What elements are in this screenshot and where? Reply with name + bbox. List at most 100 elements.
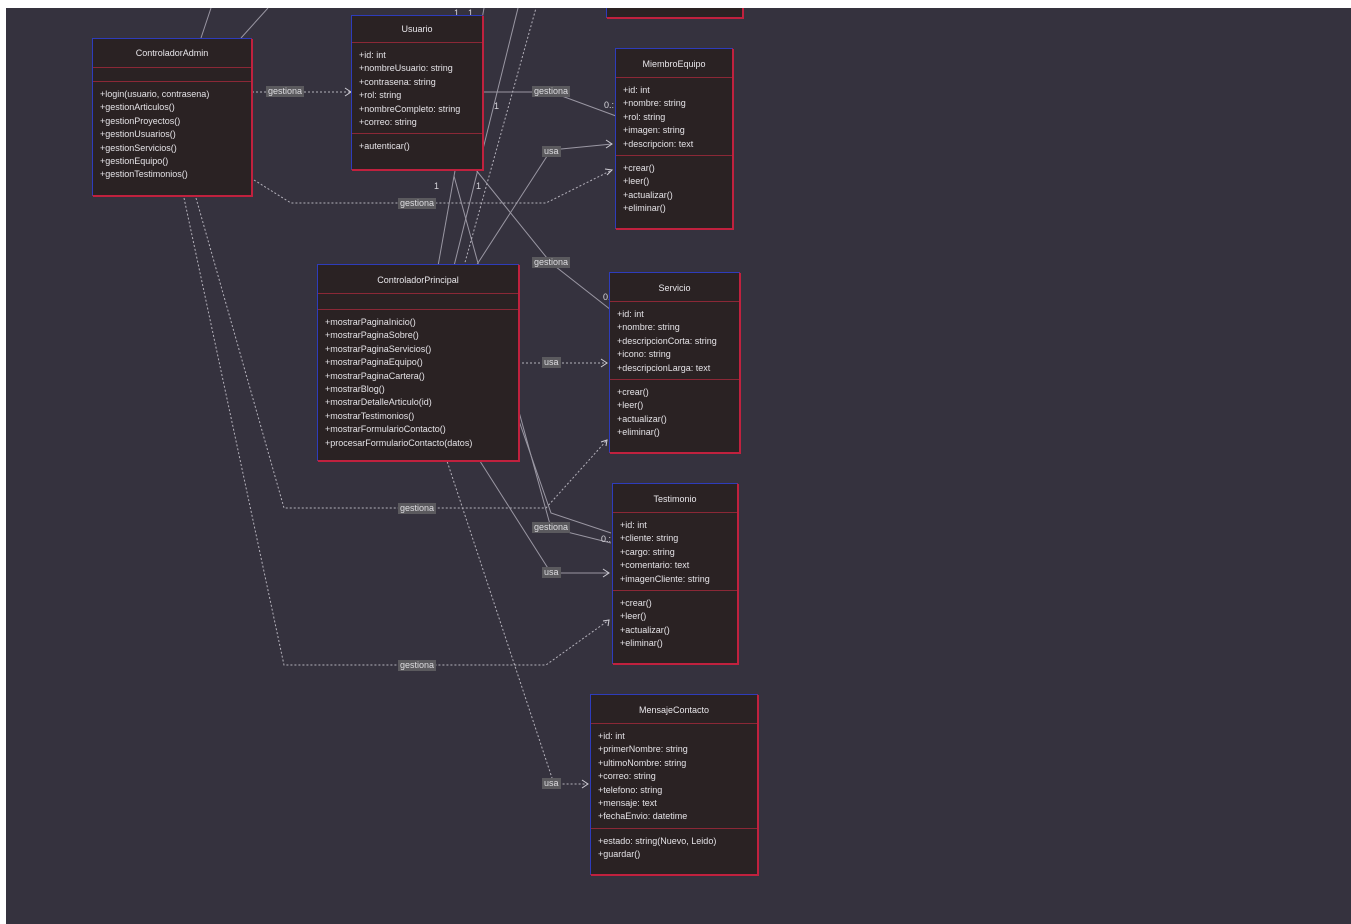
- class-title: MiembroEquipo: [616, 49, 732, 78]
- attribute: +imagen: string: [623, 125, 685, 136]
- mult-testimonio-many: 0.:: [601, 534, 612, 544]
- label-usa-principal-testimonio: usa: [542, 567, 561, 578]
- attribute: +descripcionCorta: string: [617, 335, 717, 346]
- class-controlador-principal[interactable]: ControladorPrincipal +mostrarPaginaInici…: [317, 264, 519, 461]
- method: +eliminar(): [617, 427, 660, 438]
- attributes-section: +id: int +nombre: string +descripcionCor…: [610, 302, 739, 381]
- attribute: +imagenCliente: string: [620, 573, 710, 584]
- class-servicio[interactable]: Servicio +id: int +nombre: string +descr…: [609, 272, 740, 453]
- method: +mostrarPaginaEquipo(): [325, 357, 423, 368]
- attribute: +fechaEnvio: datetime: [598, 811, 688, 822]
- method: +mostrarPaginaServicios(): [325, 343, 432, 354]
- method: +eliminar(): [620, 638, 663, 649]
- method: +guardar(): [598, 849, 641, 860]
- method: +gestionUsuarios(): [100, 129, 176, 140]
- attribute: +cliente: string: [620, 533, 679, 544]
- attribute: +rol: string: [359, 90, 402, 101]
- class-testimonio[interactable]: Testimonio +id: int +cliente: string +ca…: [612, 483, 738, 664]
- label-usa-principal-servicio: usa: [542, 357, 561, 368]
- attribute: +nombreUsuario: string: [359, 63, 453, 74]
- method: +gestionArticulos(): [100, 102, 175, 113]
- mult-usuario-bottom-2: 1: [476, 181, 482, 191]
- class-title: Servicio: [610, 273, 739, 302]
- method: +crear(): [623, 163, 655, 174]
- methods-section: +crear() +leer() +actualizar() +eliminar…: [613, 591, 737, 655]
- methods-section: +mostrarPaginaInicio() +mostrarPaginaSob…: [318, 310, 518, 454]
- method: +autenticar(): [359, 141, 410, 152]
- mult-usuario-miembro-many: 0.:: [604, 100, 615, 110]
- label-gestiona-usuario-servicio: gestiona: [532, 257, 571, 268]
- method: +mostrarPaginaSobre(): [325, 330, 419, 341]
- methods-section: +crear() +leer() +actualizar() +eliminar…: [616, 156, 732, 220]
- edge-principal-testimonio-usa: [477, 457, 609, 574]
- label-gestiona-admin-usuario: gestiona: [266, 86, 305, 97]
- diagram-canvas: gestiona gestiona usa gestiona gestiona …: [6, 8, 1351, 924]
- attribute: +telefono: string: [598, 784, 663, 795]
- edge-principal-mensaje-usa: [445, 457, 588, 785]
- method: +gestionServicios(): [100, 142, 177, 153]
- attributes-section: +id: int +primerNombre: string +ultimoNo…: [591, 724, 757, 829]
- attribute: +id: int: [359, 50, 386, 60]
- class-title: Testimonio: [613, 484, 737, 513]
- method: +gestionProyectos(): [100, 115, 181, 126]
- label-gestiona-admin-miembro: gestiona: [398, 198, 437, 209]
- class-miembro-equipo[interactable]: MiembroEquipo +id: int +nombre: string +…: [615, 48, 733, 229]
- methods-section: +crear() +leer() +actualizar() +eliminar…: [610, 380, 739, 444]
- method: +login(usuario, contrasena): [100, 89, 210, 99]
- method: +mostrarPaginaInicio(): [325, 317, 416, 327]
- class-title: ControladorPrincipal: [318, 265, 518, 294]
- class-usuario[interactable]: Usuario +id: int +nombreUsuario: string …: [351, 15, 483, 170]
- attribute: +ultimoNombre: string: [598, 757, 687, 768]
- attributes-section: +id: int +cliente: string +cargo: string…: [613, 513, 737, 592]
- attribute: +nombreCompleto: string: [359, 103, 461, 114]
- method: +mostrarBlog(): [325, 384, 385, 395]
- method: +gestionEquipo(): [100, 156, 169, 167]
- method: +mostrarFormularioContacto(): [325, 424, 446, 435]
- label-gestiona-usuario-miembro: gestiona: [532, 86, 571, 97]
- attribute: +rol: string: [623, 111, 666, 122]
- attribute: +correo: string: [598, 771, 656, 782]
- attributes-section: +id: int +nombre: string +rol: string +i…: [616, 78, 732, 157]
- attribute: +contrasena: string: [359, 76, 436, 87]
- edge-principal-testimonio-2: [517, 417, 612, 534]
- method: +actualizar(): [617, 413, 667, 424]
- class-title: MensajeContacto: [591, 695, 757, 724]
- method: +crear(): [620, 598, 652, 609]
- method: +procesarFormularioContacto(datos): [325, 437, 473, 448]
- attributes-section: [318, 294, 518, 310]
- attribute: +comentario: text: [620, 560, 690, 571]
- attribute: +descripcionLarga: text: [617, 362, 711, 373]
- method: +leer(): [617, 400, 644, 411]
- methods-section: +autenticar(): [352, 134, 482, 157]
- label-gestiona-admin-servicio: gestiona: [398, 503, 437, 514]
- method: +estado: string(Nuevo, Leido): [598, 835, 717, 846]
- attribute: +id: int: [598, 731, 625, 741]
- attribute: +id: int: [617, 309, 644, 319]
- attributes-section: +id: int +nombreUsuario: string +contras…: [352, 43, 482, 135]
- class-mensaje-contacto[interactable]: MensajeContacto +id: int +primerNombre: …: [590, 694, 758, 875]
- method: +actualizar(): [623, 189, 673, 200]
- attribute: +mensaje: text: [598, 798, 657, 809]
- methods-section: +login(usuario, contrasena) +gestionArti…: [93, 82, 251, 186]
- method: +gestionTestimonios(): [100, 169, 188, 180]
- method: +actualizar(): [620, 624, 670, 635]
- edge-offscreen-1: [200, 8, 212, 39]
- method: +leer(): [620, 611, 647, 622]
- attribute: +nombre: string: [617, 322, 680, 333]
- edge-offscreen-2: [240, 8, 269, 39]
- method: +mostrarPaginaCartera(): [325, 370, 425, 381]
- methods-section: +estado: string(Nuevo, Leido) +guardar(): [591, 829, 757, 866]
- method: +mostrarTestimonios(): [325, 410, 415, 421]
- class-controlador-admin[interactable]: ControladorAdmin +login(usuario, contras…: [92, 38, 252, 196]
- attribute: +correo: string: [359, 117, 417, 128]
- label-usa-principal-mensaje: usa: [542, 778, 561, 789]
- attribute: +icono: string: [617, 349, 671, 360]
- attribute: +id: int: [620, 520, 647, 530]
- class-offscreen-top[interactable]: [606, 8, 743, 18]
- method: +eliminar(): [623, 203, 666, 214]
- mult-usuario-bottom-1: 1: [434, 181, 440, 191]
- mult-usuario-miembro-1: 1: [494, 101, 500, 111]
- method: +crear(): [617, 387, 649, 398]
- method: +mostrarDetalleArticulo(id): [325, 397, 432, 408]
- class-title: Usuario: [352, 16, 482, 43]
